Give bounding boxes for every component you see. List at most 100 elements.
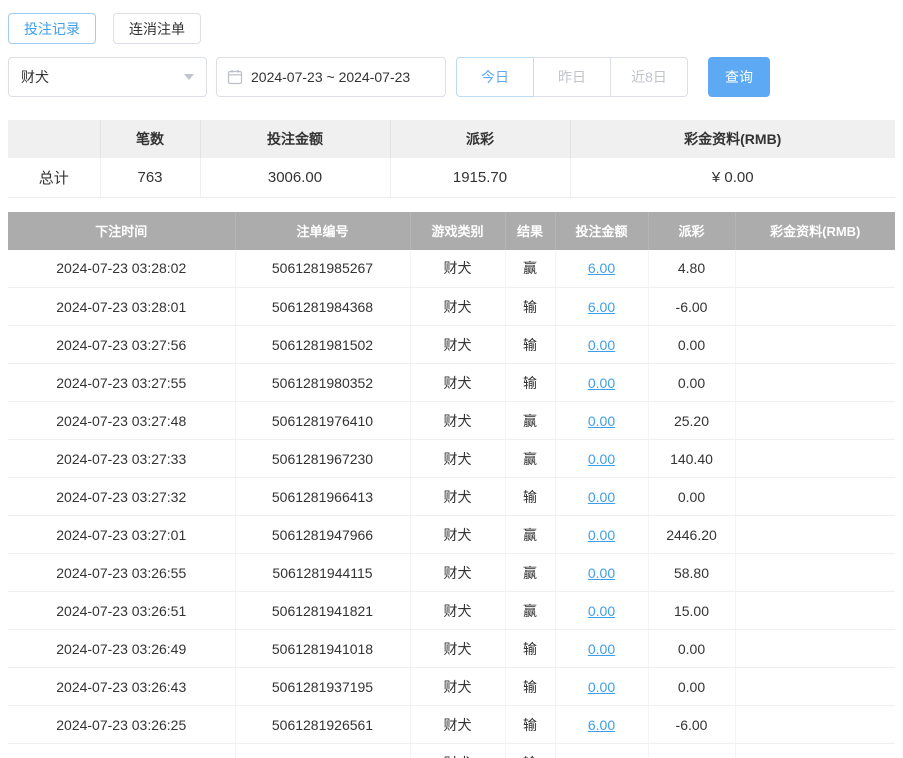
summary-total-label: 总计 xyxy=(8,158,101,198)
tab-cancelled-orders[interactable]: 连消注单 xyxy=(113,13,201,44)
bet-time-cell: 2024-07-23 03:26:49 xyxy=(8,629,236,668)
game-type-cell: 财犬 xyxy=(410,743,506,758)
bet-time-cell: 2024-07-23 03:26:51 xyxy=(8,591,236,630)
result-cell: 赢 xyxy=(505,515,556,554)
payout-cell: 2446.20 xyxy=(648,515,736,554)
bet-amount-link[interactable]: 6.00 xyxy=(588,299,615,315)
bet-amount-link[interactable]: 0.00 xyxy=(588,527,615,543)
payout-cell: 0.00 xyxy=(648,363,736,402)
bet-time-cell: 2024-07-23 03:28:02 xyxy=(8,249,236,288)
order-id-cell: 5061281985267 xyxy=(235,249,411,288)
bet-amount-link[interactable]: 0.00 xyxy=(588,451,615,467)
today-button[interactable]: 今日 xyxy=(456,57,534,97)
bonus-cell xyxy=(735,515,895,554)
bet-amount-link[interactable]: 6.00 xyxy=(588,717,615,733)
bet-table-header-row: 下注时间 注单编号 游戏类别 结果 投注金额 派彩 彩金资料(RMB) xyxy=(8,211,895,250)
bonus-cell xyxy=(735,287,895,326)
bet-time-cell: 2024-07-23 03:28:01 xyxy=(8,287,236,326)
result-cell: 输 xyxy=(505,743,556,758)
result-cell: 输 xyxy=(505,667,556,706)
bet-amount-link[interactable]: 0.00 xyxy=(588,565,615,581)
bet-time-cell: 2024-07-23 03:27:55 xyxy=(8,363,236,402)
bonus-cell xyxy=(735,477,895,516)
bonus-header: 彩金资料(RMB) xyxy=(735,211,895,250)
bet-amount-header: 投注金额 xyxy=(555,211,649,250)
bonus-cell xyxy=(735,401,895,440)
summary-header-count: 笔数 xyxy=(100,120,201,158)
table-row: 2024-07-23 03:26:25 5061281926561 财犬 输 6… xyxy=(8,705,895,744)
bet-amount-link[interactable]: 0.00 xyxy=(588,413,615,429)
game-type-cell: 财犬 xyxy=(410,553,506,592)
summary-total-bonus: ¥ 0.00 xyxy=(570,158,895,198)
result-cell: 赢 xyxy=(505,401,556,440)
tabs-row: 投注记录 连消注单 xyxy=(8,13,895,44)
table-row: 2024-07-23 03:27:32 5061281966413 财犬 输 0… xyxy=(8,477,895,516)
payout-cell: 140.40 xyxy=(648,439,736,478)
filter-row: 财犬 2024-07-23 ~ 2024-07-23 今日 昨日 近8日 查询 xyxy=(8,57,895,97)
game-type-cell: 财犬 xyxy=(410,591,506,630)
table-row: 2024-07-23 03:27:01 5061281947966 财犬 赢 0… xyxy=(8,515,895,554)
bonus-cell xyxy=(735,629,895,668)
summary-total-bet-amount: 3006.00 xyxy=(200,158,391,198)
table-row: 2024-07-23 03:26:55 5061281944115 财犬 赢 0… xyxy=(8,553,895,592)
summary-total-row: 总计 763 3006.00 1915.70 ¥ 0.00 xyxy=(8,158,895,198)
bonus-cell xyxy=(735,705,895,744)
bet-amount-link[interactable]: 0.00 xyxy=(588,337,615,353)
summary-header-row: 笔数 投注金额 派彩 彩金资料(RMB) xyxy=(8,120,895,158)
calendar-icon xyxy=(227,69,243,85)
yesterday-button[interactable]: 昨日 xyxy=(533,57,611,97)
game-select[interactable]: 财犬 xyxy=(8,57,207,97)
game-type-cell: 财犬 xyxy=(410,325,506,364)
bet-time-cell: 2024-07-23 03:27:32 xyxy=(8,477,236,516)
bonus-cell xyxy=(735,325,895,364)
payout-cell: 4.80 xyxy=(648,249,736,288)
bet-amount-link[interactable]: 0.00 xyxy=(588,641,615,657)
game-type-cell: 财犬 xyxy=(410,667,506,706)
bet-time-cell: 2024-07-23 03:27:01 xyxy=(8,515,236,554)
order-id-cell: 5061281941018 xyxy=(235,629,411,668)
game-type-cell: 财犬 xyxy=(410,363,506,402)
bet-time-cell: 2024-07-23 03:26:25 xyxy=(8,705,236,744)
bet-time-cell: 2024-07-23 03:26:24 xyxy=(8,743,236,758)
bet-amount-link[interactable]: 6.00 xyxy=(588,260,615,276)
summary-header-empty xyxy=(8,120,101,158)
game-type-cell: 财犬 xyxy=(410,439,506,478)
table-row: 2024-07-23 03:26:43 5061281937195 财犬 输 0… xyxy=(8,667,895,706)
result-cell: 输 xyxy=(505,705,556,744)
summary-table: 笔数 投注金额 派彩 彩金资料(RMB) 总计 763 3006.00 1915… xyxy=(8,120,895,198)
result-header: 结果 xyxy=(505,211,556,250)
table-row: 2024-07-23 03:27:33 5061281967230 财犬 赢 0… xyxy=(8,439,895,478)
date-range-picker[interactable]: 2024-07-23 ~ 2024-07-23 xyxy=(216,57,446,97)
order-id-cell: 5061281937195 xyxy=(235,667,411,706)
bonus-cell xyxy=(735,249,895,288)
order-id-cell: 5061281984368 xyxy=(235,287,411,326)
result-cell: 赢 xyxy=(505,553,556,592)
table-row: 2024-07-23 03:27:55 5061281980352 财犬 输 0… xyxy=(8,363,895,402)
bet-amount-link[interactable]: 0.00 xyxy=(588,679,615,695)
order-id-cell: 5061281926561 xyxy=(235,705,411,744)
bet-time-header: 下注时间 xyxy=(8,211,236,250)
payout-cell: 0.00 xyxy=(648,477,736,516)
bet-amount-link[interactable]: 0.00 xyxy=(588,489,615,505)
bonus-cell xyxy=(735,363,895,402)
order-id-cell: 5061281976410 xyxy=(235,401,411,440)
table-row: 2024-07-23 03:26:24 5061281925717 财犬 输 6… xyxy=(8,743,895,758)
order-id-cell: 5061281966413 xyxy=(235,477,411,516)
last-8-days-button[interactable]: 近8日 xyxy=(610,57,688,97)
tab-betting-records[interactable]: 投注记录 xyxy=(8,13,96,44)
bet-amount-link[interactable]: 6.00 xyxy=(588,755,615,758)
query-button[interactable]: 查询 xyxy=(708,57,770,97)
order-id-header: 注单编号 xyxy=(235,211,411,250)
order-id-cell: 5061281980352 xyxy=(235,363,411,402)
bet-amount-link[interactable]: 0.00 xyxy=(588,603,615,619)
payout-cell: 0.00 xyxy=(648,325,736,364)
summary-header-bet-amount: 投注金额 xyxy=(200,120,391,158)
bet-amount-link[interactable]: 0.00 xyxy=(588,375,615,391)
payout-cell: -6.00 xyxy=(648,287,736,326)
result-cell: 输 xyxy=(505,325,556,364)
order-id-cell: 5061281947966 xyxy=(235,515,411,554)
result-cell: 输 xyxy=(505,287,556,326)
order-id-cell: 5061281944115 xyxy=(235,553,411,592)
bonus-cell xyxy=(735,667,895,706)
result-cell: 输 xyxy=(505,477,556,516)
